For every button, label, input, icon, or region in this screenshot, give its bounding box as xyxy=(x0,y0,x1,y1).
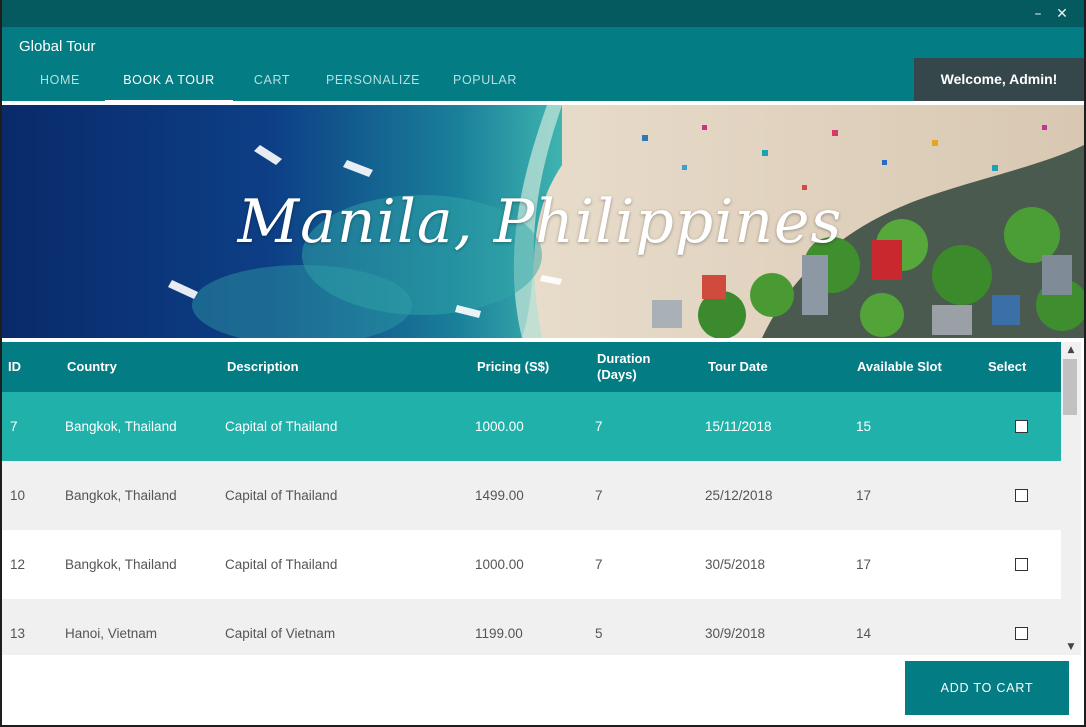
minimize-icon[interactable]: – xyxy=(1028,4,1048,24)
cell-tour-date: 30/9/2018 xyxy=(705,626,766,641)
header-duration-line1: Duration xyxy=(597,351,651,366)
table-row[interactable]: 10 Bangkok, Thailand Capital of Thailand… xyxy=(2,461,1061,530)
tab-home[interactable]: HOME xyxy=(18,69,102,101)
select-checkbox[interactable] xyxy=(1015,420,1028,433)
tab-book-a-tour[interactable]: BOOK A TOUR xyxy=(105,69,233,103)
app-window: – ✕ Global Tour HOME BOOK A TOUR CART PE… xyxy=(2,0,1084,725)
cell-pricing: 1000.00 xyxy=(475,557,524,572)
select-checkbox[interactable] xyxy=(1015,558,1028,571)
cell-country: Bangkok, Thailand xyxy=(65,488,177,503)
cell-id: 10 xyxy=(10,488,26,503)
header-available-slot[interactable]: Available Slot xyxy=(857,342,942,392)
close-icon[interactable]: ✕ xyxy=(1052,4,1072,24)
cell-duration: 7 xyxy=(595,419,603,434)
header-country[interactable]: Country xyxy=(67,342,117,392)
cell-country: Bangkok, Thailand xyxy=(65,419,177,434)
cell-available-slot: 14 xyxy=(856,626,872,641)
add-to-cart-button[interactable]: ADD TO CART xyxy=(905,661,1069,715)
header-id[interactable]: ID xyxy=(8,342,21,392)
cell-country: Hanoi, Vietnam xyxy=(65,626,158,641)
header-duration[interactable]: Duration (Days) xyxy=(597,342,650,392)
cell-duration: 7 xyxy=(595,557,603,572)
tab-personalize[interactable]: PERSONALIZE xyxy=(311,69,435,101)
tour-table: ID Country Description Pricing (S$) Dura… xyxy=(2,342,1061,655)
header-tour-date[interactable]: Tour Date xyxy=(708,342,768,392)
cell-description: Capital of Thailand xyxy=(225,488,338,503)
scroll-up-icon[interactable]: ▲ xyxy=(1061,342,1081,358)
cell-pricing: 1000.00 xyxy=(475,419,524,434)
app-header: Global Tour HOME BOOK A TOUR CART PERSON… xyxy=(2,27,1084,103)
tab-popular[interactable]: POPULAR xyxy=(438,69,532,101)
destination-banner: Manila, Philippines xyxy=(2,105,1084,338)
cell-duration: 5 xyxy=(595,626,603,641)
select-checkbox[interactable] xyxy=(1015,627,1028,640)
cell-available-slot: 15 xyxy=(856,419,872,434)
app-title: Global Tour xyxy=(19,38,96,55)
header-duration-line2: (Days) xyxy=(597,367,637,382)
banner-title: Manila, Philippines xyxy=(237,186,843,257)
cell-country: Bangkok, Thailand xyxy=(65,557,177,572)
header-select[interactable]: Select xyxy=(988,342,1026,392)
tab-cart[interactable]: CART xyxy=(236,69,308,101)
cell-available-slot: 17 xyxy=(856,488,872,503)
cell-pricing: 1499.00 xyxy=(475,488,524,503)
table-scrollbar[interactable]: ▲ ▼ xyxy=(1061,342,1081,655)
table-row[interactable]: 13 Hanoi, Vietnam Capital of Vietnam 119… xyxy=(2,599,1061,655)
cell-tour-date: 15/11/2018 xyxy=(705,419,772,434)
table-row[interactable]: 12 Bangkok, Thailand Capital of Thailand… xyxy=(2,530,1061,599)
cell-duration: 7 xyxy=(595,488,603,503)
cell-tour-date: 25/12/2018 xyxy=(705,488,773,503)
cell-tour-date: 30/5/2018 xyxy=(705,557,766,572)
cell-pricing: 1199.00 xyxy=(475,626,523,641)
cell-available-slot: 17 xyxy=(856,557,872,572)
cell-description: Capital of Thailand xyxy=(225,557,338,572)
cell-id: 13 xyxy=(10,626,26,641)
cell-description: Capital of Vietnam xyxy=(225,626,336,641)
table-header: ID Country Description Pricing (S$) Dura… xyxy=(2,342,1061,392)
scrollbar-thumb[interactable] xyxy=(1063,359,1077,415)
cell-id: 12 xyxy=(10,557,26,572)
scroll-down-icon[interactable]: ▼ xyxy=(1061,639,1081,655)
welcome-badge: Welcome, Admin! xyxy=(914,58,1084,101)
header-description[interactable]: Description xyxy=(227,342,299,392)
cell-description: Capital of Thailand xyxy=(225,419,338,434)
table-row[interactable]: 7 Bangkok, Thailand Capital of Thailand … xyxy=(2,392,1061,461)
cell-id: 7 xyxy=(10,419,18,434)
select-checkbox[interactable] xyxy=(1015,489,1028,502)
window-titlebar: – ✕ xyxy=(2,0,1084,27)
header-pricing[interactable]: Pricing (S$) xyxy=(477,342,549,392)
